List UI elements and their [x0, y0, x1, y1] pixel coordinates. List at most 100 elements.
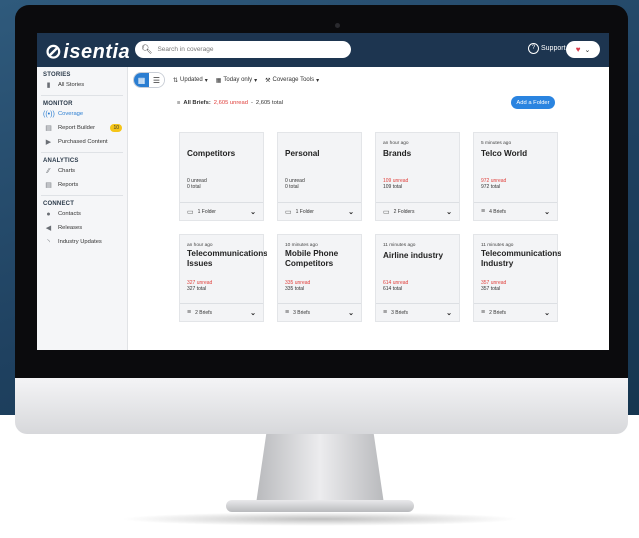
- card-title-line2: Industry: [481, 259, 514, 268]
- coverage-tools-label: Coverage Tools: [272, 77, 315, 83]
- sidebar-item-label: Charts: [58, 168, 76, 174]
- sidebar-item-report-builder[interactable]: ▤ Report Builder 10: [37, 121, 127, 135]
- sidebar-item-charts[interactable]: ⁄⁄ Charts: [37, 164, 127, 178]
- card-title-line2: Issues: [187, 259, 213, 268]
- card-title: Airline industry: [383, 251, 444, 260]
- chevron-down-icon: ⌄: [584, 46, 591, 54]
- card-timestamp: an hour ago: [383, 141, 409, 146]
- avatar-heart-icon: ♥: [575, 45, 581, 54]
- brief-card[interactable]: 11 minutes ago Telecommunications Industry…: [473, 234, 561, 322]
- card-footer[interactable]: ▭ 1 Folder ⌄: [180, 202, 263, 220]
- logo-mark-icon: ⊘: [45, 41, 63, 63]
- card-total: 614 total: [383, 286, 403, 292]
- report-icon: ▤: [45, 182, 52, 189]
- sort-dropdown[interactable]: ⇅ Updated ▾: [173, 77, 208, 84]
- chevron-down-icon[interactable]: ⌄: [250, 309, 256, 317]
- card-footer-label: 1 Folder: [295, 208, 314, 215]
- card-footer-label: 2 Folders: [393, 208, 415, 215]
- chevron-down-icon[interactable]: ⌄: [250, 208, 256, 216]
- list-icon: ≡: [177, 100, 181, 106]
- search-bar[interactable]: 🔍︎: [135, 41, 351, 58]
- card-footer-label: 3 Briefs: [391, 309, 409, 316]
- coverage-tools-dropdown[interactable]: ⚒ Coverage Tools ▾: [265, 77, 319, 84]
- card-total: 109 total: [383, 184, 403, 190]
- rss-icon: ◝: [47, 239, 50, 246]
- sidebar-item-coverage[interactable]: ((•)) Coverage: [37, 107, 127, 121]
- card-footer[interactable]: ≡ 4 Briefs ⌄: [474, 202, 557, 220]
- card-footer-label: 4 Briefs: [489, 208, 507, 215]
- logo[interactable]: ⊘isentia: [45, 39, 130, 64]
- sidebar-item-industry-updates[interactable]: ◝ Industry Updates: [37, 235, 127, 249]
- card-total: 357 total: [481, 286, 501, 292]
- card-title: Telco World: [481, 149, 528, 158]
- card-footer[interactable]: ≡ 3 Briefs ⌄: [376, 303, 459, 321]
- bookmark-icon: ▮: [46, 82, 51, 89]
- list-icon: ≡: [481, 208, 486, 215]
- list-icon: ≡: [187, 309, 192, 316]
- brief-card[interactable]: an hour ago Brands 109 unread 109 total ▭ 2 F…: [375, 132, 460, 221]
- card-footer[interactable]: ≡ 3 Briefs ⌄: [278, 303, 361, 321]
- brief-card[interactable]: an hour ago Telecommunications Issues 327 u…: [179, 234, 267, 322]
- card-footer[interactable]: ▭ 1 Folder ⌄: [278, 202, 361, 220]
- sidebar-item-releases[interactable]: ◀ Releases: [37, 221, 127, 235]
- sidebar-item-label: Purchased Content: [58, 139, 108, 145]
- sidebar-item-label: Report Builder: [58, 125, 96, 131]
- card-title: Telecommunications: [187, 249, 267, 258]
- count-badge: 10: [110, 124, 122, 132]
- card-footer[interactable]: ≡ 2 Briefs ⌄: [474, 303, 557, 321]
- card-timestamp: an hour ago: [187, 243, 213, 248]
- list-view-icon[interactable]: ☰: [149, 73, 164, 87]
- support-link[interactable]: ? Support: [528, 43, 566, 54]
- list-icon: ≡: [481, 309, 486, 316]
- sidebar-item-purchased-content[interactable]: ▶ Purchased Content: [37, 135, 127, 149]
- grid-view-icon[interactable]: ▦: [134, 73, 149, 87]
- sidebar-item-reports[interactable]: ▤ Reports: [37, 178, 127, 192]
- list-icon: ≡: [383, 309, 388, 316]
- chevron-down-icon[interactable]: ⌄: [348, 309, 354, 317]
- brief-card[interactable]: Competitors 0 unread 0 total ▭ 1 Folder ⌄: [179, 132, 264, 221]
- card-timestamp: 11 minutes ago: [481, 243, 514, 248]
- support-label: Support: [541, 45, 566, 52]
- divider: [41, 95, 123, 96]
- camera: [335, 23, 340, 28]
- chevron-down-icon[interactable]: ⌄: [348, 208, 354, 216]
- search-input[interactable]: [155, 45, 340, 54]
- card-footer[interactable]: ▭ 2 Folders ⌄: [376, 202, 459, 220]
- search-icon: 🔍︎: [141, 44, 153, 54]
- chevron-down-icon[interactable]: ⌄: [544, 208, 550, 216]
- card-title-line2: Competitors: [285, 259, 334, 268]
- card-footer[interactable]: ≡ 2 Briefs ⌄: [180, 303, 263, 321]
- sidebar-item-contacts[interactable]: ● Contacts: [37, 207, 127, 221]
- sidebar-item-all-stories[interactable]: ▮ All Stories: [37, 78, 127, 92]
- document-icon: ▤: [45, 125, 52, 132]
- folders-icon: ▭: [383, 208, 390, 216]
- chevron-down-icon[interactable]: ⌄: [544, 309, 550, 317]
- card-title: Mobile Phone: [285, 249, 339, 258]
- chevron-down-icon[interactable]: ⌄: [446, 208, 452, 216]
- sort-label: Updated: [180, 77, 203, 83]
- card-total: 327 total: [187, 286, 207, 292]
- brief-card[interactable]: 11 minutes ago Airline industry 614 unread…: [375, 234, 460, 322]
- user-menu[interactable]: ♥ ⌄: [566, 41, 600, 58]
- card-total: 972 total: [481, 184, 501, 190]
- sidebar-item-label: Industry Updates: [58, 239, 102, 245]
- summary-sep: -: [250, 100, 253, 106]
- folder-icon: ▭: [187, 208, 194, 216]
- date-dropdown[interactable]: ▦ Today only ▾: [216, 77, 257, 84]
- card-total: 335 total: [285, 286, 305, 292]
- monitor-base: [226, 500, 414, 512]
- brief-card[interactable]: 10 minutes ago Mobile Phone Competitors 335…: [277, 234, 362, 322]
- monitor-chin: [15, 378, 628, 434]
- help-icon: ?: [528, 43, 539, 54]
- brief-card[interactable]: 5 minutes ago Telco World 972 unread 972 to…: [473, 132, 558, 221]
- sidebar-item-label: All Stories: [58, 82, 85, 88]
- brief-card[interactable]: Personal 0 unread 0 total ▭ 1 Folder ⌄: [277, 132, 362, 221]
- add-folder-button[interactable]: Add a Folder: [511, 96, 555, 109]
- toolbar: ▦ ☰ ⇅ Updated ▾ ▦ Today only ▾ ⚒ Coverage Too…: [133, 72, 319, 88]
- card-timestamp: 10 minutes ago: [285, 243, 318, 248]
- chevron-down-icon[interactable]: ⌄: [446, 309, 452, 317]
- sidebar-item-label: Contacts: [58, 211, 81, 217]
- main-content: ▦ ☰ ⇅ Updated ▾ ▦ Today only ▾ ⚒ Coverage Too…: [127, 67, 609, 350]
- card-title: Competitors: [187, 149, 236, 158]
- person-icon: ●: [46, 210, 51, 218]
